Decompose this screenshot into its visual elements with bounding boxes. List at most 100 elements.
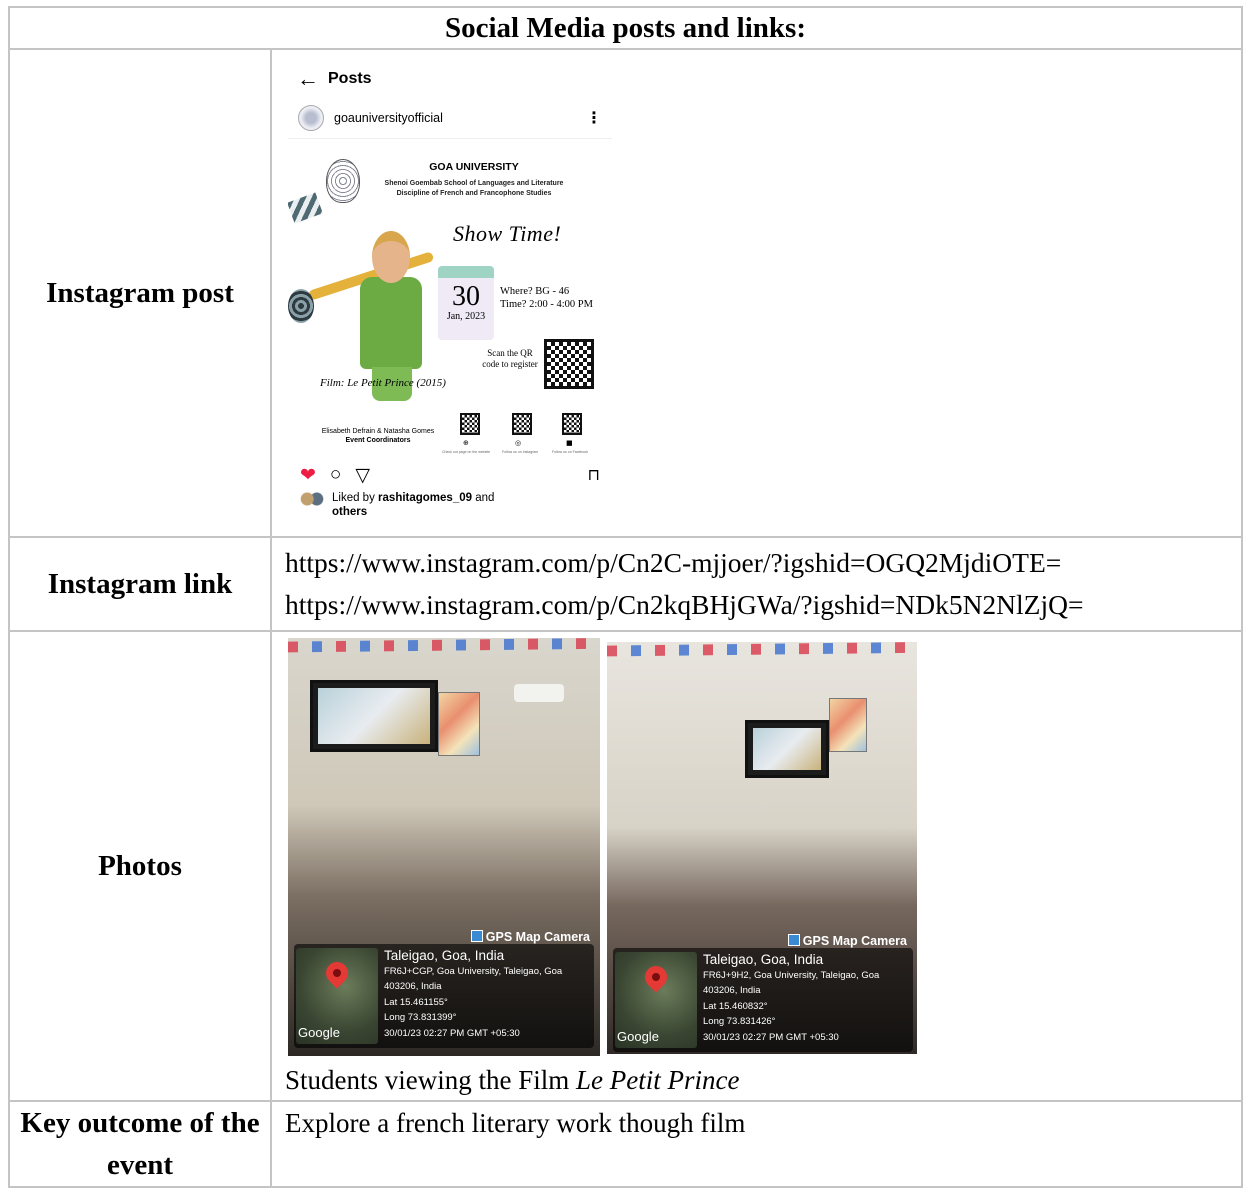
instagram-username[interactable]: goauniversityofficial bbox=[334, 111, 586, 125]
bunting-decoration bbox=[288, 638, 600, 653]
instagram-posts-title: Posts bbox=[328, 70, 372, 87]
instagram-topbar: ← Posts bbox=[288, 60, 612, 98]
poster-time: Time? 2:00 - 4:00 PM bbox=[500, 299, 593, 310]
arrow-left-icon[interactable]: ← bbox=[288, 66, 328, 92]
poster-headline: Show Time! bbox=[453, 221, 562, 246]
gps-details: Taleigao, Goa, India FR6J+9H2, Goa Unive… bbox=[703, 952, 879, 1045]
table-row: Photos GPS Map Camera Google Taleigao, G… bbox=[8, 630, 1243, 1102]
google-logo: Google bbox=[298, 1025, 340, 1040]
prince-illustration bbox=[360, 277, 422, 369]
poster-coordinator-names: Elisabeth Defrain & Natasha Gomes bbox=[321, 428, 435, 435]
heart-icon[interactable]: ❤ bbox=[300, 464, 316, 487]
poster-month: Jan, 2023 bbox=[446, 311, 486, 322]
event-photo: GPS Map Camera Google Taleigao, Goa, Ind… bbox=[607, 642, 917, 1054]
gps-camera-tag: GPS Map Camera bbox=[787, 934, 907, 948]
event-photo: GPS Map Camera Google Taleigao, Goa, Ind… bbox=[288, 638, 600, 1056]
gps-camera-tag: GPS Map Camera bbox=[470, 930, 590, 944]
gps-overlay: Google Taleigao, Goa, India FR6J+9H2, Go… bbox=[613, 948, 913, 1052]
instagram-link[interactable]: https://www.instagram.com/p/Cn2kqBHjGWa/… bbox=[285, 584, 1241, 626]
gps-longitude: Long 73.831399° bbox=[384, 1012, 457, 1024]
google-logo: Google bbox=[617, 1029, 659, 1044]
gps-address: FR6J+9H2, Goa University, Taleigao, Goa bbox=[703, 970, 880, 981]
gps-datetime: 30/01/23 02:27 PM GMT +05:30 bbox=[384, 1027, 520, 1039]
photos-caption: Students viewing the Film Le Petit Princ… bbox=[272, 1056, 1241, 1100]
instagram-post-cell: ← Posts goauniversityofficial ⋮ GOA UNIV… bbox=[270, 48, 1243, 538]
bunting-decoration bbox=[607, 642, 917, 657]
row-label-instagram-link: Instagram link bbox=[8, 536, 272, 632]
gps-longitude: Long 73.831426° bbox=[703, 1016, 776, 1028]
instagram-icon: ◎ bbox=[515, 439, 522, 447]
wall-map bbox=[829, 698, 867, 752]
likes-suffix: and bbox=[475, 492, 495, 504]
photo-gallery: GPS Map Camera Google Taleigao, Goa, Ind… bbox=[288, 638, 1241, 1056]
gps-place: Taleigao, Goa, India bbox=[703, 952, 824, 967]
likes-prefix: Liked by bbox=[332, 492, 375, 504]
gps-camera-label: GPS Map Camera bbox=[802, 934, 907, 948]
gps-latitude: Lat 15.461155° bbox=[384, 996, 448, 1008]
row-label-photos: Photos bbox=[8, 630, 272, 1102]
prince-head bbox=[372, 231, 410, 283]
gps-camera-icon bbox=[787, 934, 800, 946]
table-row: Instagram post ← Posts goauniversityoffi… bbox=[8, 48, 1243, 538]
caption-text: Students viewing the Film bbox=[285, 1065, 570, 1095]
poster-day: 30 bbox=[452, 281, 480, 312]
poster-discipline: Discipline of French and Francophone Stu… bbox=[396, 190, 552, 197]
poster-school: Shenoi Goembab School of Languages and L… bbox=[360, 179, 588, 199]
event-poster: GOA UNIVERSITY Shenoi Goembab School of … bbox=[288, 139, 612, 459]
map-pin-icon bbox=[321, 957, 353, 989]
row-label-key-outcome: Key outcome of the event bbox=[8, 1100, 272, 1188]
report-sheet: Social Media posts and links: Instagram … bbox=[8, 6, 1243, 1188]
poster-venue: Where? BG - 46 Time? 2:00 - 4:00 PM bbox=[500, 285, 593, 311]
qr-code-icon bbox=[460, 413, 480, 435]
avatar[interactable] bbox=[298, 105, 324, 131]
photos-cell: GPS Map Camera Google Taleigao, Goa, Ind… bbox=[270, 630, 1243, 1102]
calendar-icon: 30 Jan, 2023 bbox=[438, 266, 494, 340]
more-options-icon[interactable]: ⋮ bbox=[586, 108, 602, 128]
gps-camera-label: GPS Map Camera bbox=[485, 930, 590, 944]
row-label-instagram-post: Instagram post bbox=[8, 48, 272, 538]
tv-screen bbox=[745, 720, 829, 778]
key-outcome-value: Explore a french literary work though fi… bbox=[270, 1100, 1243, 1188]
poster-school-name: Shenoi Goembab School of Languages and L… bbox=[384, 180, 564, 187]
social-media-table: Social Media posts and links: Instagram … bbox=[8, 6, 1243, 1188]
poster-coordinator-role: Event Coordinators bbox=[345, 437, 411, 444]
instagram-post-header: goauniversityofficial ⋮ bbox=[288, 98, 612, 139]
caption-film-title: Le Petit Prince bbox=[576, 1065, 740, 1095]
qr-caption: Follow us on Instagram bbox=[502, 450, 539, 454]
gps-address-postal: 403206, India bbox=[384, 981, 442, 993]
table-row: Key outcome of the event Explore a frenc… bbox=[8, 1100, 1243, 1188]
poster-where: Where? BG - 46 bbox=[500, 286, 570, 297]
gps-address: FR6J+CGP, Goa University, Taleigao, Goa bbox=[384, 966, 563, 977]
instagram-link[interactable]: https://www.instagram.com/p/Cn2C-mjjoer/… bbox=[285, 542, 1241, 584]
instagram-actions: ❤ ○ ▽ ⊓ bbox=[288, 459, 612, 491]
gps-latitude: Lat 15.460832° bbox=[703, 1000, 768, 1012]
clapperboard-icon bbox=[288, 192, 323, 224]
wall-map bbox=[438, 692, 480, 756]
instagram-likes: Liked by rashitagomes_09 and others bbox=[288, 491, 612, 519]
qr-code-icon bbox=[512, 413, 532, 435]
gps-details: Taleigao, Goa, India FR6J+CGP, Goa Unive… bbox=[384, 948, 562, 1041]
qr-caption: Follow us on Facebook bbox=[552, 450, 588, 454]
poster-film: Film: Le Petit Prince (2015) bbox=[320, 377, 446, 389]
poster-coordinators: Elisabeth Defrain & Natasha Gomes Event … bbox=[304, 427, 452, 445]
poster-university: GOA UNIVERSITY bbox=[429, 161, 519, 173]
gps-overlay: Google Taleigao, Goa, India FR6J+CGP, Go… bbox=[294, 944, 594, 1048]
instagram-post-screenshot: ← Posts goauniversityofficial ⋮ GOA UNIV… bbox=[288, 60, 612, 530]
air-conditioner bbox=[514, 684, 564, 702]
film-reel-icon bbox=[288, 289, 314, 323]
likes-others[interactable]: others bbox=[332, 506, 367, 518]
likes-text: Liked by rashitagomes_09 and others bbox=[332, 491, 494, 519]
gps-place: Taleigao, Goa, India bbox=[384, 948, 505, 963]
university-seal-icon bbox=[326, 159, 360, 203]
gps-datetime: 30/01/23 02:27 PM GMT +05:30 bbox=[703, 1031, 839, 1043]
facebook-icon: ■ bbox=[566, 439, 573, 447]
comment-icon[interactable]: ○ bbox=[330, 464, 341, 486]
likes-user[interactable]: rashitagomes_09 bbox=[378, 492, 472, 504]
share-icon[interactable]: ▽ bbox=[355, 464, 370, 487]
globe-icon: ⊕ bbox=[463, 439, 469, 447]
bookmark-icon[interactable]: ⊓ bbox=[588, 465, 600, 485]
satellite-map-thumbnail: Google bbox=[296, 948, 378, 1044]
map-pin-icon bbox=[640, 961, 672, 993]
liker-avatars bbox=[300, 492, 324, 506]
table-row: Instagram link https://www.instagram.com… bbox=[8, 536, 1243, 632]
